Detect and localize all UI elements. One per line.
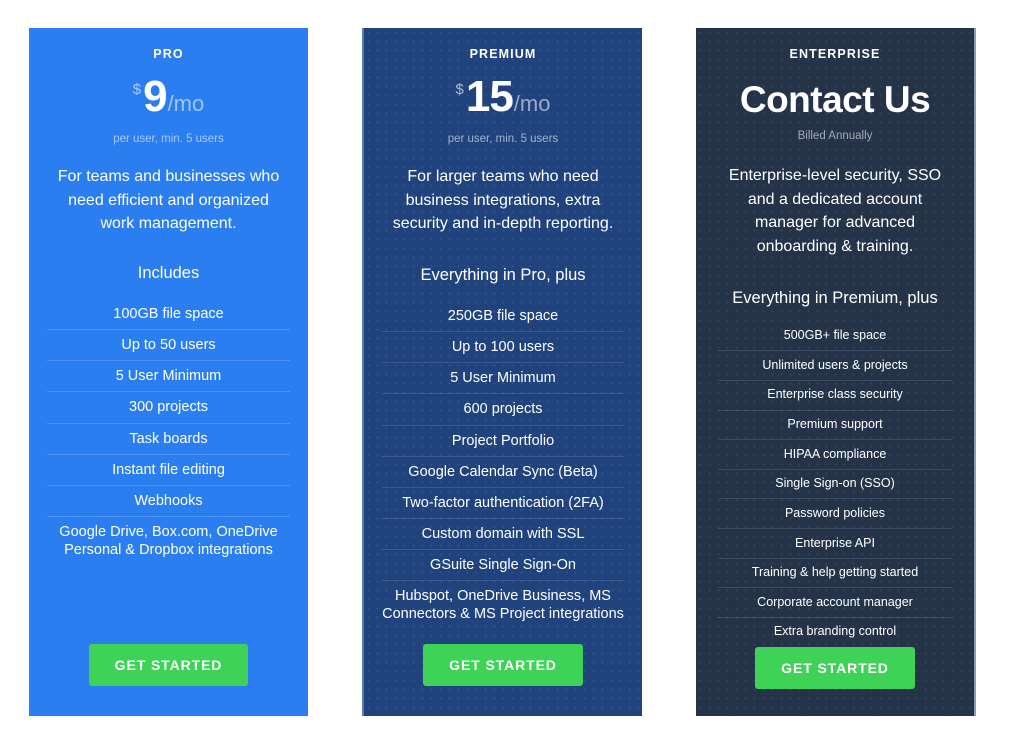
list-item: Project Portfolio <box>382 426 624 457</box>
includes-heading-enterprise: Everything in Premium, plus <box>732 288 938 307</box>
price-amount-premium: 15 <box>465 72 514 121</box>
price-note-pro: per user, min. 5 users <box>113 133 224 145</box>
price-period-pro: /mo <box>167 91 205 116</box>
list-item: 5 User Minimum <box>47 361 290 393</box>
plan-description-enterprise: Enterprise-level security, SSO and a ded… <box>728 167 942 256</box>
pricing-card-premium: PREMIUM $ 15 /mo per user, min. 5 users … <box>362 28 642 716</box>
price-period-premium: /mo <box>513 91 551 116</box>
list-item: Enterprise API <box>718 529 952 559</box>
list-item: Extra branding control <box>773 624 897 639</box>
list-item: Up to 50 users <box>47 330 290 362</box>
list-item: Premium support <box>718 411 952 441</box>
list-item: Instant file editing <box>47 455 290 486</box>
price-currency-pro: $ <box>132 81 142 98</box>
list-item: 600 projects <box>382 394 624 426</box>
price-premium: $ 15 /mo <box>364 75 642 119</box>
list-item: Hubspot, OneDrive Business, MS Connector… <box>382 588 624 623</box>
list-item: Single Sign-on (SSO) <box>718 470 952 500</box>
list-item: 5 User Minimum <box>382 363 624 395</box>
price-pro: $ 9 /mo <box>29 75 308 119</box>
get-started-button-premium[interactable]: GET STARTED <box>423 644 583 686</box>
list-item: Unlimited users & projects <box>718 351 952 381</box>
price-note-premium: per user, min. 5 users <box>447 133 559 145</box>
list-item: 500GB+ file space <box>718 322 952 352</box>
list-item: Google Calendar Sync (Beta) <box>382 457 624 488</box>
list-item: Google Drive, Box.com, OneDrive Personal… <box>59 523 278 559</box>
cta-zone-enterprise: GET STARTED <box>696 646 974 716</box>
list-item: 100GB file space <box>47 299 290 331</box>
list-item: Up to 100 users <box>382 332 624 364</box>
feature-list-enterprise: 500GB+ file space Unlimited users & proj… <box>696 322 974 647</box>
cta-zone-premium: GET STARTED <box>364 644 642 716</box>
list-item: Webhooks <box>47 486 290 517</box>
plan-description-premium: For larger teams who need business integ… <box>392 168 614 233</box>
list-item: 300 projects <box>47 392 290 424</box>
list-item: Training & help getting started <box>718 559 952 589</box>
contact-us-title: Contact Us <box>739 79 931 120</box>
pricing-card-enterprise: ENTERPRISE Contact Us Billed Annually En… <box>696 28 976 716</box>
list-item: GSuite Single Sign-On <box>382 550 624 582</box>
price-note-enterprise: Billed Annually <box>797 130 873 142</box>
plan-name-pro: PRO <box>153 47 184 61</box>
list-item: Password policies <box>718 499 952 530</box>
list-item: HIPAA compliance <box>718 440 952 470</box>
list-item: Corporate account manager <box>718 588 952 618</box>
list-item: Two-factor authentication (2FA) <box>382 488 624 519</box>
list-item: Custom domain with SSL <box>382 519 624 551</box>
get-started-button-pro[interactable]: GET STARTED <box>88 644 249 686</box>
feature-list-pro: 100GB file space Up to 50 users 5 User M… <box>29 299 308 565</box>
plan-name-premium: PREMIUM <box>469 47 537 61</box>
feature-list-premium: 250GB file space Up to 100 users 5 User … <box>364 301 642 629</box>
price-currency-premium: $ <box>455 81 464 98</box>
get-started-button-enterprise[interactable]: GET STARTED <box>755 646 915 689</box>
price-amount-pro: 9 <box>143 72 168 121</box>
cta-zone-pro: GET STARTED <box>29 644 308 716</box>
pricing-card-pro: PRO $ 9 /mo per user, min. 5 users For t… <box>29 28 308 716</box>
list-item: 250GB file space <box>382 301 624 333</box>
pricing-table: PRO $ 9 /mo per user, min. 5 users For t… <box>0 0 1024 739</box>
list-item: Enterprise class security <box>718 381 952 411</box>
list-item: Task boards <box>47 424 290 455</box>
plan-description-pro: For teams and businesses who need effici… <box>57 168 280 233</box>
includes-heading-premium: Everything in Pro, plus <box>420 266 586 285</box>
plan-name-enterprise: ENTERPRISE <box>789 47 881 61</box>
includes-heading-pro: Includes <box>137 264 200 283</box>
